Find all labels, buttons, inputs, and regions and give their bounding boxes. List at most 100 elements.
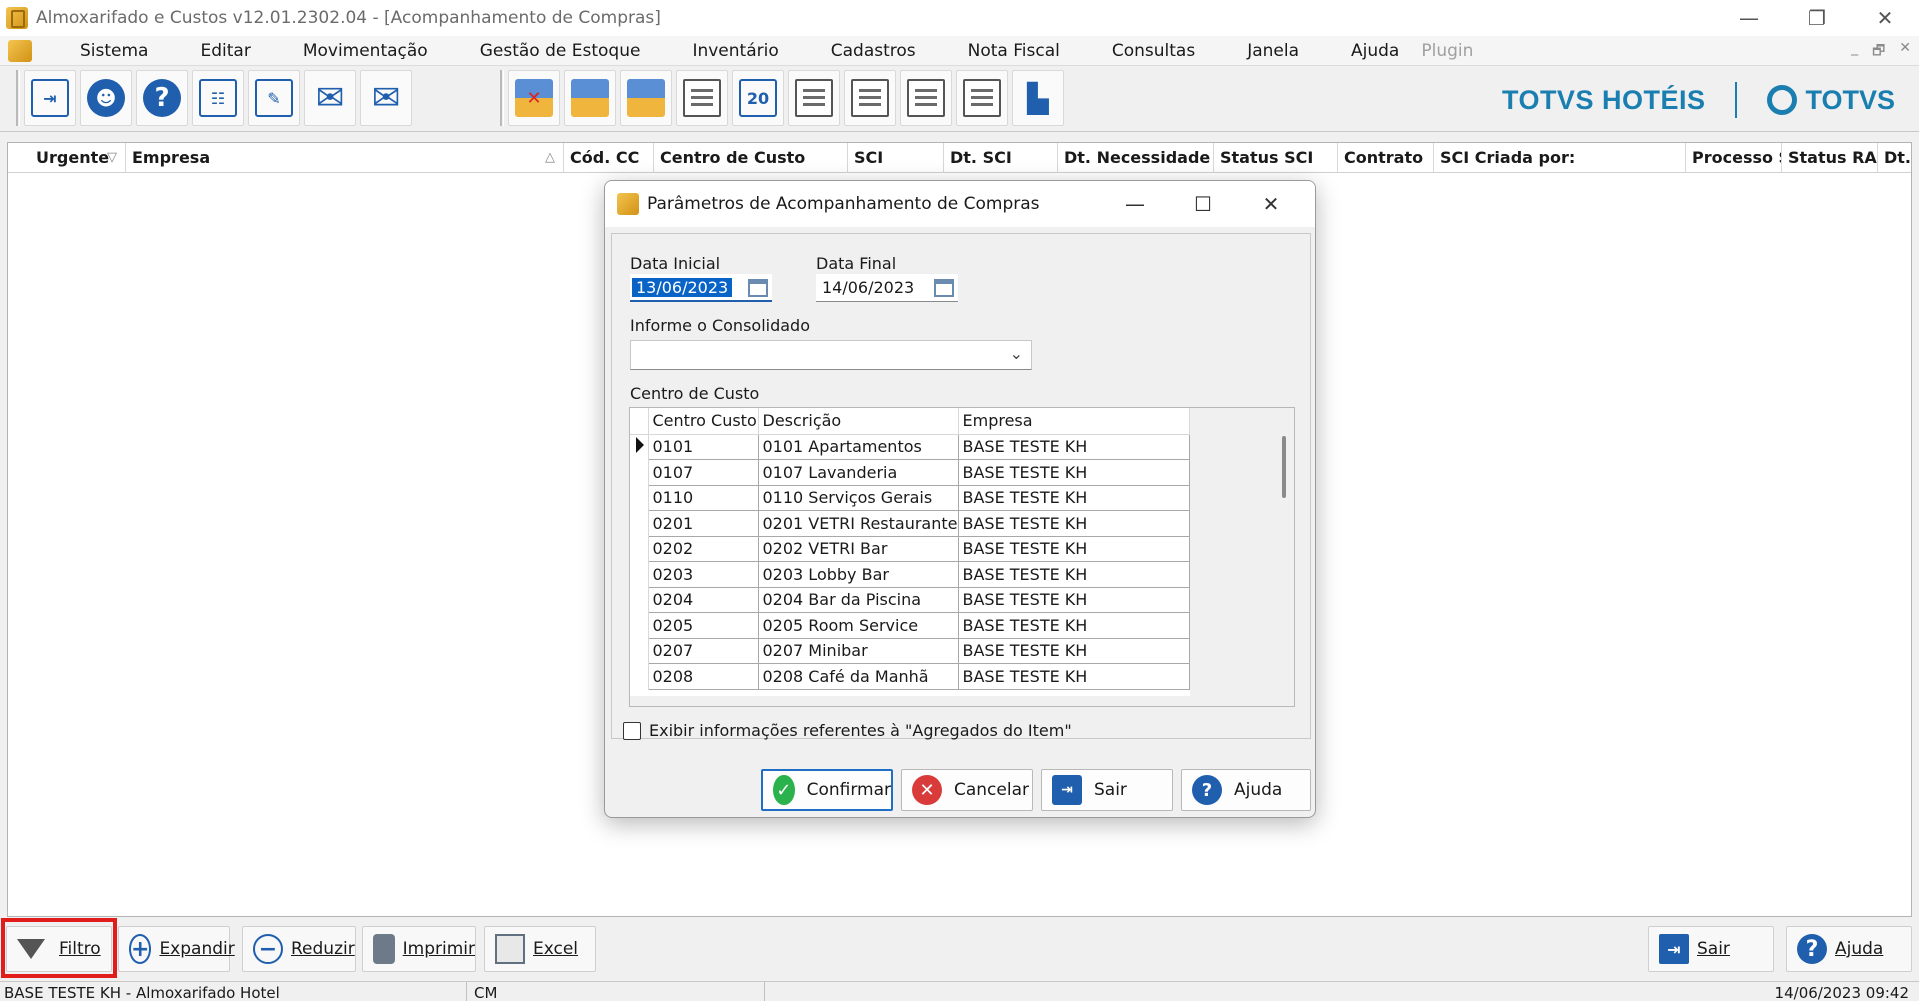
cell-code[interactable]: 0203 [648, 561, 759, 588]
menu-nota-fiscal[interactable]: Nota Fiscal [944, 41, 1088, 61]
sair-dialog-button[interactable]: ⇥ Sair [1041, 769, 1173, 811]
exit-button[interactable]: ⇥ [24, 70, 76, 126]
dialog-maximize-button[interactable]: ☐ [1169, 181, 1237, 227]
column-sci-criada-por[interactable]: SCI Criada por: [1434, 143, 1686, 173]
column-empresa[interactable]: Empresa △ [126, 143, 564, 173]
restore-button[interactable]: ❐ [1783, 0, 1851, 36]
column-dt-necessidade[interactable]: Dt. Necessidade [1058, 143, 1214, 173]
ajuda-dialog-button[interactable]: ? Ajuda [1181, 769, 1311, 811]
cell-empresa[interactable]: BASE TESTE KH [958, 434, 1190, 460]
ajuda-button[interactable]: ? Ajuda [1786, 926, 1912, 972]
sair-button[interactable]: ⇥ Sair [1648, 926, 1774, 972]
cell-empresa[interactable]: BASE TESTE KH [958, 561, 1190, 588]
truck-box-button[interactable] [564, 70, 616, 126]
cell-descricao[interactable]: 0204 Bar da Piscina [758, 587, 959, 613]
agregados-checkbox[interactable] [623, 721, 641, 740]
dialog-close-button[interactable]: ✕ [1237, 181, 1305, 227]
close-button[interactable]: ✕ [1851, 0, 1919, 36]
cell-code[interactable]: 0202 [648, 536, 759, 562]
data-inicial-input[interactable]: 13/06/2023 [630, 274, 772, 302]
org-button[interactable]: ☷ [192, 70, 244, 126]
table-row[interactable]: 0110 0110 Serviços Gerais BASE TESTE KH [630, 485, 1190, 511]
cell-descricao[interactable]: 0207 Minibar [758, 638, 959, 664]
factory-button[interactable]: ▙ [1012, 70, 1064, 126]
menu-ajuda[interactable]: Ajuda [1327, 41, 1411, 61]
report-button[interactable] [844, 70, 896, 126]
cancelar-button[interactable]: ✕ Cancelar [901, 769, 1033, 811]
minimize-button[interactable]: — [1715, 0, 1783, 36]
menu-sistema[interactable]: Sistema [56, 41, 176, 61]
column-status-rai[interactable]: Status RAI [1782, 143, 1878, 173]
clipboard-lock-button[interactable] [788, 70, 840, 126]
menu-inventario[interactable]: Inventário [668, 41, 806, 61]
cell-descricao[interactable]: 0208 Café da Manhã [758, 663, 959, 690]
mdi-app-icon[interactable] [8, 39, 32, 62]
menu-cadastros[interactable]: Cadastros [807, 41, 944, 61]
column-dt[interactable]: Dt. [1878, 143, 1911, 173]
reduzir-button[interactable]: − Reduzir [242, 926, 356, 972]
cell-descricao[interactable]: 0101 Apartamentos [758, 434, 959, 460]
cell-empresa[interactable]: BASE TESTE KH [958, 612, 1190, 639]
cell-empresa[interactable]: BASE TESTE KH [958, 587, 1190, 613]
table-row[interactable]: 0101 0101 Apartamentos BASE TESTE KH [630, 434, 1190, 460]
column-dt-sci[interactable]: Dt. SCI [944, 143, 1058, 173]
mail-send-button[interactable]: ✉ [360, 70, 412, 126]
cell-code[interactable]: 0204 [648, 587, 759, 613]
cell-code[interactable]: 0107 [648, 459, 759, 486]
clipboard-button[interactable] [676, 70, 728, 126]
column-centro-custo[interactable]: Centro de Custo [654, 143, 848, 173]
column-sci[interactable]: SCI [848, 143, 944, 173]
menu-plugin[interactable]: Plugin [1411, 41, 1501, 61]
column-processo[interactable]: Processo S [1686, 143, 1782, 173]
table-row[interactable]: 0208 0208 Café da Manhã BASE TESTE KH [630, 663, 1190, 690]
truck-cancel-button[interactable]: ✕ [508, 70, 560, 126]
table-row[interactable]: 0202 0202 VETRI Bar BASE TESTE KH [630, 536, 1190, 562]
screen-report-button[interactable] [900, 70, 952, 126]
menu-consultas[interactable]: Consultas [1088, 41, 1223, 61]
mdi-restore-button[interactable]: 🗗 [1872, 40, 1885, 64]
cell-empresa[interactable]: BASE TESTE KH [958, 485, 1190, 511]
column-urgente[interactable]: Urgente ▽ [30, 143, 126, 173]
user-button[interactable]: ☻ [80, 70, 132, 126]
table-row[interactable]: 0201 0201 VETRI Restaurante BASE TESTE KH [630, 510, 1190, 537]
mdi-minimize-button[interactable]: _ [1851, 40, 1858, 64]
table-row[interactable]: 0207 0207 Minibar BASE TESTE KH [630, 638, 1190, 664]
vertical-scrollbar[interactable] [1282, 436, 1286, 498]
cell-empresa[interactable]: BASE TESTE KH [958, 536, 1190, 562]
column-empresa-cc[interactable]: Empresa [958, 408, 1190, 435]
edit-sheet-button[interactable]: ✎ [248, 70, 300, 126]
cell-code[interactable]: 0201 [648, 510, 759, 537]
table-row[interactable]: 0204 0204 Bar da Piscina BASE TESTE KH [630, 587, 1190, 613]
agregados-checkbox-row[interactable]: Exibir informações referentes à "Agregad… [623, 721, 1072, 740]
consolidado-select[interactable]: ⌄ [630, 340, 1032, 370]
data-final-input[interactable]: 14/06/2023 [816, 274, 958, 302]
calendar-icon[interactable] [934, 279, 954, 297]
mdi-close-button[interactable]: ✕ [1899, 40, 1911, 64]
cell-empresa[interactable]: BASE TESTE KH [958, 459, 1190, 486]
cell-code[interactable]: 0205 [648, 612, 759, 639]
cell-empresa[interactable]: BASE TESTE KH [958, 638, 1190, 664]
menu-editar[interactable]: Editar [176, 41, 278, 61]
column-descricao[interactable]: Descrição [758, 408, 959, 435]
mail-button[interactable]: ✉ [304, 70, 356, 126]
column-centro-custo-code[interactable]: Centro Custo [648, 408, 759, 435]
computer-box-button[interactable] [620, 70, 672, 126]
table-row[interactable]: 0205 0205 Room Service BASE TESTE KH [630, 612, 1190, 639]
cell-code[interactable]: 0207 [648, 638, 759, 664]
confirmar-button[interactable]: ✓ Confirmar [761, 769, 893, 811]
cell-code[interactable]: 0208 [648, 663, 759, 690]
column-contrato[interactable]: Contrato [1338, 143, 1434, 173]
excel-button[interactable]: Excel [484, 926, 596, 972]
cell-empresa[interactable]: BASE TESTE KH [958, 663, 1190, 690]
cell-code[interactable]: 0101 [648, 434, 759, 460]
cell-descricao[interactable]: 0205 Room Service [758, 612, 959, 639]
dialog-minimize-button[interactable]: — [1101, 181, 1169, 227]
menu-janela[interactable]: Janela [1223, 41, 1327, 61]
expandir-button[interactable]: + Expandir [118, 926, 235, 972]
calendar-icon[interactable] [748, 279, 768, 297]
cell-descricao[interactable]: 0107 Lavanderia [758, 459, 959, 486]
menu-gestao-estoque[interactable]: Gestão de Estoque [456, 41, 669, 61]
table-row[interactable]: 0203 0203 Lobby Bar BASE TESTE KH [630, 561, 1190, 588]
table-row[interactable]: 0107 0107 Lavanderia BASE TESTE KH [630, 459, 1190, 486]
users-report-button[interactable] [956, 70, 1008, 126]
